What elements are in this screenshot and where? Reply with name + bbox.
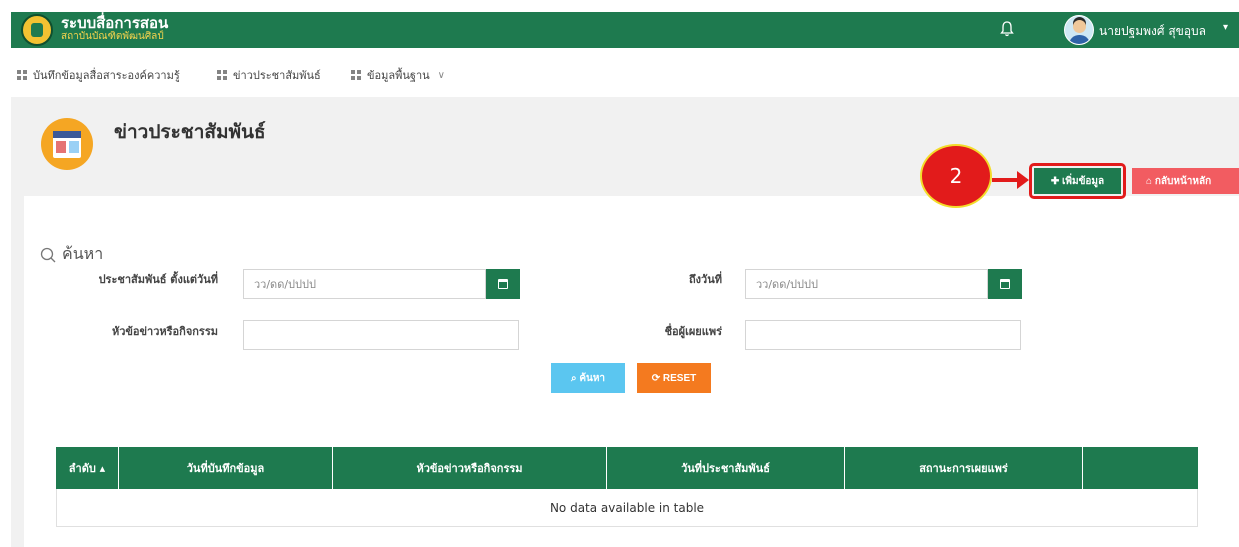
table-header: ลำดับ ▴ วันที่บันทึกข้อมูล หัวข้อข่าวหรื…	[56, 447, 1198, 489]
reset-button[interactable]: ⟳ RESET	[637, 363, 711, 393]
back-home-button[interactable]: ⌂ กลับหน้าหลัก	[1132, 168, 1239, 194]
to-date-calendar-button[interactable]	[988, 269, 1022, 299]
nav-item-news[interactable]: ข่าวประชาสัมพันธ์	[217, 66, 321, 84]
from-date-label: ประชาสัมพันธ์ ตั้งแต่วันที่	[98, 273, 218, 286]
grid-icon	[17, 70, 27, 80]
user-avatar[interactable]	[1064, 15, 1094, 45]
app-title: ระบบสื่อการสอน	[61, 14, 169, 32]
topic-input[interactable]	[243, 320, 519, 350]
column-header-topic[interactable]: หัวข้อข่าวหรือกิจกรรม	[333, 447, 607, 489]
main-nav: บันทึกข้อมูลสื่อสาระองค์ความรู้ ข่าวประช…	[11, 60, 1239, 90]
from-date-calendar-button[interactable]	[486, 269, 520, 299]
table-empty-message: No data available in table	[56, 489, 1198, 527]
app-window: ระบบสื่อการสอน สถาบันบัณฑิตพัฒนศิลป์ นาย…	[0, 0, 1239, 547]
column-header-actions	[1083, 447, 1198, 489]
arrow-right-icon	[1017, 171, 1029, 189]
nav-item-label: ข้อมูลพื้นฐาน	[367, 69, 430, 82]
topic-label: หัวข้อข่าวหรือกิจกรรม	[111, 325, 218, 338]
add-data-button[interactable]: ✚ เพิ่มข้อมูล	[1034, 168, 1121, 194]
institute-logo-icon[interactable]	[21, 14, 53, 46]
column-header-status[interactable]: สถานะการเผยแพร่	[845, 447, 1083, 489]
column-header-order[interactable]: ลำดับ ▴	[56, 447, 119, 489]
step-number-badge: 2	[920, 144, 992, 208]
notification-bell-icon[interactable]	[999, 20, 1015, 38]
nav-item-label: ข่าวประชาสัมพันธ์	[233, 69, 321, 82]
search-button[interactable]: ⌕ ค้นหา	[551, 363, 625, 393]
newspaper-sheet	[53, 131, 81, 158]
publisher-input[interactable]	[745, 320, 1021, 350]
column-header-publish-date[interactable]: วันที่ประชาสัมพันธ์	[607, 447, 845, 489]
chevron-down-icon[interactable]: ▾	[1223, 22, 1228, 33]
top-header: ระบบสื่อการสอน สถาบันบัณฑิตพัฒนศิลป์ นาย…	[11, 12, 1239, 48]
nav-item-label: บันทึกข้อมูลสื่อสาระองค์ความรู้	[33, 69, 180, 82]
chevron-down-icon: ∨	[437, 69, 445, 81]
publisher-label: ชื่อผู้เผยแพร่	[664, 325, 722, 338]
nav-item-media-records[interactable]: บันทึกข้อมูลสื่อสาระองค์ความรู้	[17, 66, 180, 84]
calendar-icon	[498, 279, 508, 289]
search-heading: ค้นหา	[40, 242, 103, 267]
to-date-input[interactable]	[745, 269, 988, 299]
newspaper-icon	[41, 118, 93, 170]
nav-item-master-data[interactable]: ข้อมูลพื้นฐาน ∨	[351, 66, 445, 84]
user-name[interactable]: นายปฐมพงศ์ สุขอุบล	[1099, 22, 1206, 41]
page-title: ข่าวประชาสัมพันธ์	[114, 121, 266, 143]
from-date-input[interactable]	[243, 269, 486, 299]
app-subtitle: สถาบันบัณฑิตพัฒนศิลป์	[61, 31, 164, 42]
grid-icon	[351, 70, 361, 80]
calendar-icon	[1000, 279, 1010, 289]
search-heading-label: ค้นหา	[62, 244, 104, 263]
callout-arrow-line	[992, 178, 1020, 182]
to-date-label: ถึงวันที่	[689, 273, 722, 286]
grid-icon	[217, 70, 227, 80]
search-icon	[40, 247, 56, 262]
column-header-record-date[interactable]: วันที่บันทึกข้อมูล	[119, 447, 333, 489]
